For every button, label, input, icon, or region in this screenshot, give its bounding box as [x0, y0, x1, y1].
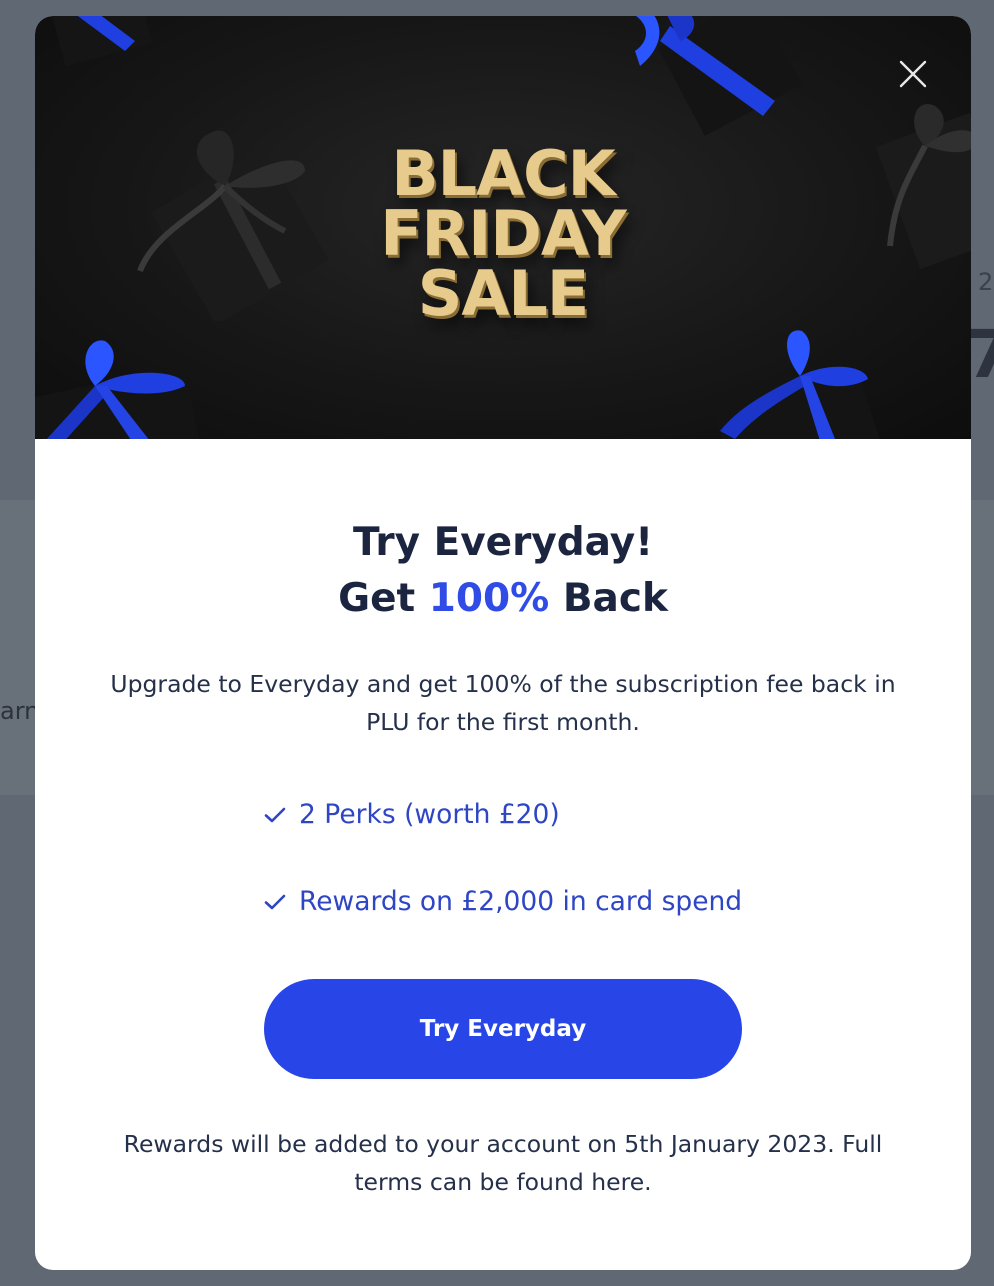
check-icon: [264, 807, 286, 822]
background-text-fragment: arn: [0, 697, 40, 725]
try-everyday-button[interactable]: Try Everyday: [264, 979, 742, 1079]
terms-footnote[interactable]: Rewards will be added to your account on…: [105, 1125, 901, 1201]
promo-modal: BLACK FRIDAY SALE Try Everyday! Get 100%…: [35, 16, 971, 1270]
check-icon: [264, 894, 286, 909]
blue-gift-icon: [635, 16, 803, 136]
black-friday-banner: BLACK FRIDAY SALE: [35, 16, 971, 439]
modal-title: Try Everyday! Get 100% Back: [35, 515, 971, 627]
title-prefix: Get: [338, 576, 429, 621]
perk-item: 2 Perks (worth £20): [263, 799, 560, 830]
title-line-1: Try Everyday!: [353, 520, 653, 565]
perk-item: Rewards on £2,000 in card spend: [263, 886, 742, 917]
headline-line: FRIDAY: [380, 197, 627, 270]
background-number-small: 2: [978, 268, 994, 296]
close-icon[interactable]: [893, 54, 933, 94]
black-friday-headline: BLACK FRIDAY SALE: [35, 137, 971, 330]
perk-label: Rewards on £2,000 in card spend: [299, 886, 743, 917]
title-suffix: Back: [549, 576, 668, 621]
blue-gift-icon: [35, 340, 203, 439]
perk-label: 2 Perks (worth £20): [299, 799, 560, 830]
modal-description: Upgrade to Everyday and get 100% of the …: [110, 670, 896, 736]
blue-gift-icon: [708, 330, 880, 439]
title-accent-percent: 100%: [428, 576, 550, 621]
headline-line: BLACK: [391, 137, 615, 210]
close-button[interactable]: [893, 54, 933, 94]
headline-line: SALE: [417, 257, 590, 330]
blue-gift-icon: [47, 16, 153, 67]
